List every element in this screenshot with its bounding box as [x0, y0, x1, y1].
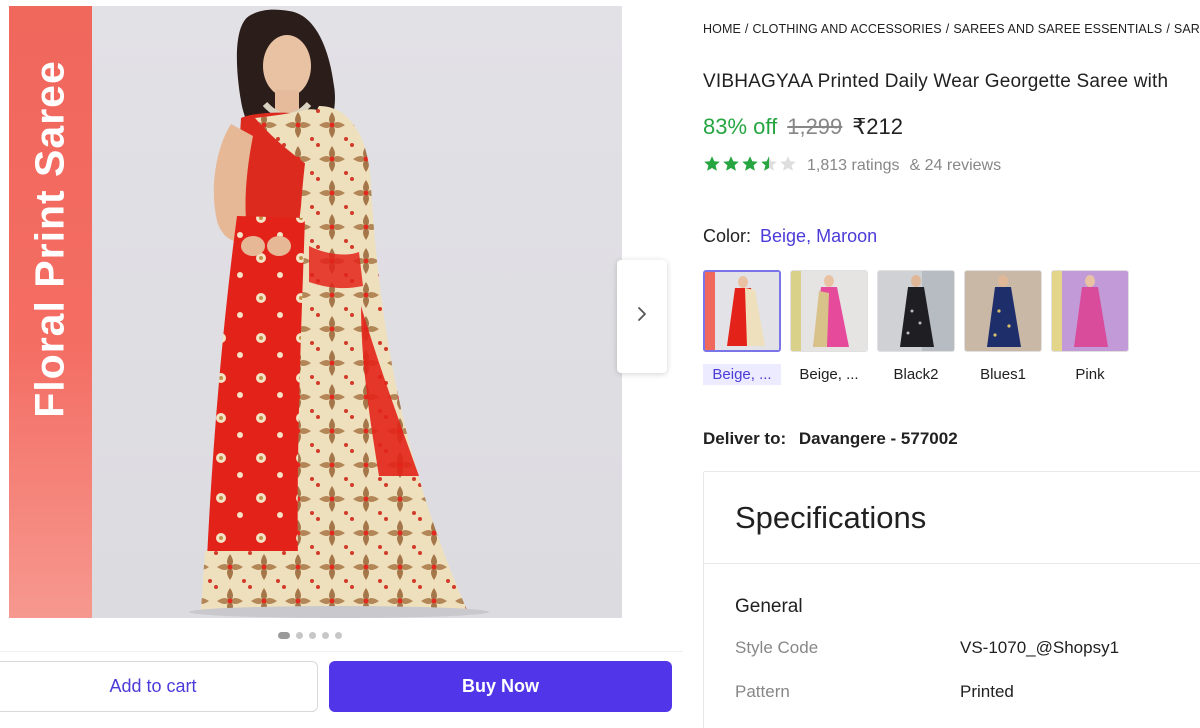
spec-value: Printed [960, 682, 1014, 701]
breadcrumb-saree[interactable]: SAREE [1174, 22, 1200, 36]
action-bar: Add to cart Buy Now [0, 651, 683, 721]
swatch-thumbnail [790, 270, 868, 352]
star-icon [779, 155, 797, 177]
breadcrumb-separator: / [945, 22, 950, 36]
original-price: 1,299 [787, 114, 843, 139]
breadcrumb-sarees-essentials[interactable]: SAREES AND SAREE ESSENTIALS [953, 22, 1162, 36]
star-icon [703, 155, 721, 177]
color-swatch-beige-pink[interactable]: Beige, ... [790, 270, 868, 385]
promo-text: Floral Print Saree [26, 60, 73, 418]
swatch-thumbnail [877, 270, 955, 352]
discount-percent: 83% off [703, 114, 778, 139]
color-swatch-pink[interactable]: Pink [1051, 270, 1129, 385]
ratings-count: 1,813 ratings [807, 157, 900, 174]
swatch-label: Blues1 [980, 366, 1026, 383]
swatch-label: Beige, ... [703, 364, 781, 385]
swatch-label: Black2 [893, 366, 939, 383]
buy-now-button[interactable]: Buy Now [329, 661, 672, 712]
star-icon [722, 155, 740, 177]
breadcrumb-home[interactable]: HOME [703, 22, 741, 36]
carousel-dots [278, 632, 342, 639]
swatch-thumbnail [703, 270, 781, 352]
spec-row: Style Code VS-1070_@Shopsy1 [735, 638, 1119, 658]
swatch-label: Pink [1075, 366, 1105, 383]
swatch-thumbnail [964, 270, 1042, 352]
carousel-dot[interactable] [278, 632, 290, 639]
spec-key: Style Code [735, 638, 819, 657]
specifications-title: Specifications [735, 500, 927, 535]
color-value: Beige, Maroon [760, 226, 878, 246]
selling-price: ₹212 [852, 114, 903, 139]
carousel-dot[interactable] [335, 632, 342, 639]
color-swatch-black2[interactable]: Black2 [877, 270, 955, 385]
breadcrumb-separator: / [1166, 22, 1170, 36]
price-row: 83% off 1,299 ₹212 [703, 114, 903, 140]
swatch-thumbnail [1051, 270, 1129, 352]
promo-band: Floral Print Saree [9, 6, 92, 618]
spec-section-title: General [735, 596, 803, 617]
next-image-button[interactable] [617, 260, 667, 373]
carousel-dot[interactable] [296, 632, 303, 639]
product-image-gallery[interactable]: Floral Print Saree [9, 6, 622, 618]
specifications-card: Specifications General Style Code VS-107… [703, 471, 1200, 728]
color-label: Color: [703, 226, 752, 246]
deliver-pincode: Davangere - 577002 [798, 429, 958, 448]
breadcrumb: HOME / CLOTHING AND ACCESSORIES / SAREES AND… [703, 22, 1200, 36]
spec-key: Pattern [735, 682, 790, 701]
chevron-right-icon [636, 306, 648, 327]
color-swatch-beige-maroon[interactable]: Beige, ... [703, 270, 781, 385]
product-title: VIBHAGYAA Printed Daily Wear Georgette S… [703, 71, 1169, 92]
spec-value: VS-1070_@Shopsy1 [960, 638, 1120, 657]
product-main-image [92, 6, 622, 618]
color-swatches: Beige, ... Beige, ... Black2 Blues1 Pink [703, 270, 1129, 385]
star-rating [703, 155, 797, 177]
carousel-dot[interactable] [309, 632, 316, 639]
color-selection: Color: Beige, Maroon [703, 226, 877, 247]
carousel-dot[interactable] [322, 632, 329, 639]
spec-row: Pattern Printed [735, 682, 1014, 702]
breadcrumb-separator: / [744, 22, 749, 36]
star-icon [760, 155, 778, 177]
rating-row[interactable]: 1,813 ratings & 24 reviews [703, 155, 1001, 177]
delivery-location[interactable]: Deliver to: Davangere - 577002 [703, 429, 958, 449]
star-icon [741, 155, 759, 177]
breadcrumb-clothing[interactable]: CLOTHING AND ACCESSORIES [752, 22, 941, 36]
specifications-header: Specifications [704, 472, 1200, 564]
deliver-label: Deliver to: [703, 429, 787, 448]
color-swatch-blues1[interactable]: Blues1 [964, 270, 1042, 385]
add-to-cart-button[interactable]: Add to cart [0, 661, 318, 712]
reviews-count: & 24 reviews [909, 157, 1002, 174]
swatch-label: Beige, ... [799, 366, 859, 383]
